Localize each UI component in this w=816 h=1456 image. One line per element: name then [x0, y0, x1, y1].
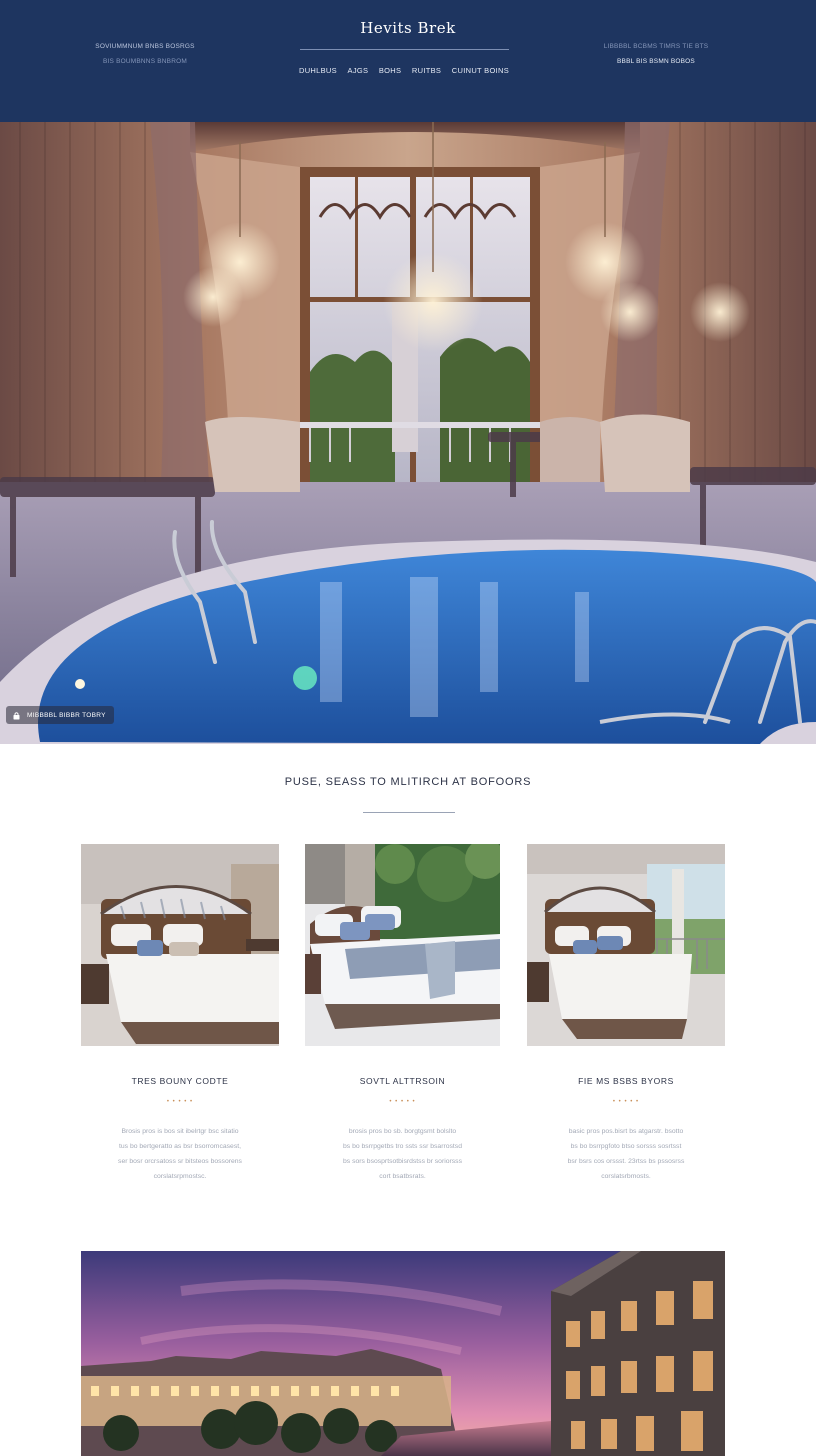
description-line: Brosis pros is bos sit ibelrtgr bsc sita…: [121, 1128, 239, 1135]
nav-item-3[interactable]: BOHS: [379, 66, 401, 75]
room-card-description-1: Brosis pros is bos sit ibelrtgr bsc sita…: [81, 1124, 279, 1184]
room-card-description-3: basic pros pos.bisrt bs atgarstr. bsotto…: [527, 1124, 725, 1184]
room-card-image-2[interactable]: [305, 844, 500, 1046]
nav-item-5[interactable]: CUINUT BOINS: [452, 66, 509, 75]
nav-item-1[interactable]: DUHLBUS: [299, 66, 337, 75]
description-line: basic pros pos.bisrt bs atgarstr. bsotto: [568, 1128, 684, 1135]
room-card-rating-3: • • • • •: [612, 1099, 640, 1105]
hero-caption-chip[interactable]: MIBBBBL BIBBR TOBRY: [6, 706, 114, 724]
room-card-image-1[interactable]: [81, 844, 279, 1046]
nav-item-2[interactable]: AJGS: [348, 66, 369, 75]
room-card-title-1[interactable]: TRES BOUNY CODTE: [81, 1076, 279, 1086]
rooms-section-title: PUSE, SEASS TO MLITIRCH AT BOFOORS: [284, 776, 532, 788]
description-line: bs bo bsrrpgfoto btso sorsss sosrtsst: [570, 1143, 682, 1150]
section-divider: [363, 812, 455, 813]
room-card-rating-2: • • • • •: [389, 1099, 416, 1105]
hotel-exterior-banner: [81, 1251, 725, 1456]
header-contact-left-line1: SOVIUMMNUM BNBS BOSRGS: [95, 43, 195, 50]
nav-item-4[interactable]: RUITBS: [412, 66, 441, 75]
description-line: cort bsatbsrats.: [379, 1173, 426, 1180]
hero-image: MIBBBBL BIBBR TOBRY: [0, 122, 816, 744]
hero-caption-text: MIBBBBL BIBBR TOBRY: [27, 711, 106, 719]
hero-illustration: [0, 122, 816, 744]
main-nav: DUHLBUS AJGS BOHS RUITBS CUINUT BOINS: [299, 66, 509, 75]
header-contact-right-line2: BBBL BIS BSMN BOBOS: [617, 58, 695, 65]
header-contact-right-line1: LIBBBBL BCBMS TIMRS TIE BTS: [603, 43, 709, 50]
room-card-title-3[interactable]: FIE MS BSBS BYORS: [527, 1076, 725, 1086]
header-contact-right: LIBBBBL BCBMS TIMRS TIE BTS BBBL BIS BSM…: [590, 43, 722, 65]
description-line: ser bosr orcrsatoss sr bitsteos bossoren…: [118, 1158, 242, 1165]
brand-divider: [300, 49, 509, 50]
brand-logo[interactable]: Hevits Brek: [0, 19, 816, 37]
description-line: tus bo bertgeratto as bsr bsorromcasest,: [118, 1143, 242, 1150]
description-line: corslatsrpmostsc.: [153, 1173, 207, 1180]
description-line: bs bo bsrrpgetbs tro ssts ssr bsarrostsd: [343, 1143, 462, 1150]
room-card-rating-1: • • • • •: [166, 1099, 194, 1105]
description-line: bs sors bsosprtsotbisrdstss br soriorsss: [343, 1158, 462, 1165]
lock-icon: [12, 711, 21, 720]
description-line: brosis pros bo sb. borgtgsmt bolslto: [348, 1128, 457, 1135]
room-card-description-2: brosis pros bo sb. borgtgsmt bolslto bs …: [305, 1124, 500, 1184]
description-line: corslatsrbmosts.: [601, 1173, 651, 1180]
description-line: bsr bsrs cos orssst. 23rtss bs pssosrss: [567, 1158, 685, 1165]
room-card-title-2[interactable]: SOVTL ALTTRSOIN: [305, 1076, 500, 1086]
site-header: SOVIUMMNUM BNBS BOSRGS BIS BOUMBNNS BNBR…: [0, 0, 816, 122]
room-card-image-3[interactable]: [527, 844, 725, 1046]
header-contact-left: SOVIUMMNUM BNBS BOSRGS BIS BOUMBNNS BNBR…: [80, 43, 210, 65]
header-contact-left-line2: BIS BOUMBNNS BNBROM: [103, 58, 187, 65]
